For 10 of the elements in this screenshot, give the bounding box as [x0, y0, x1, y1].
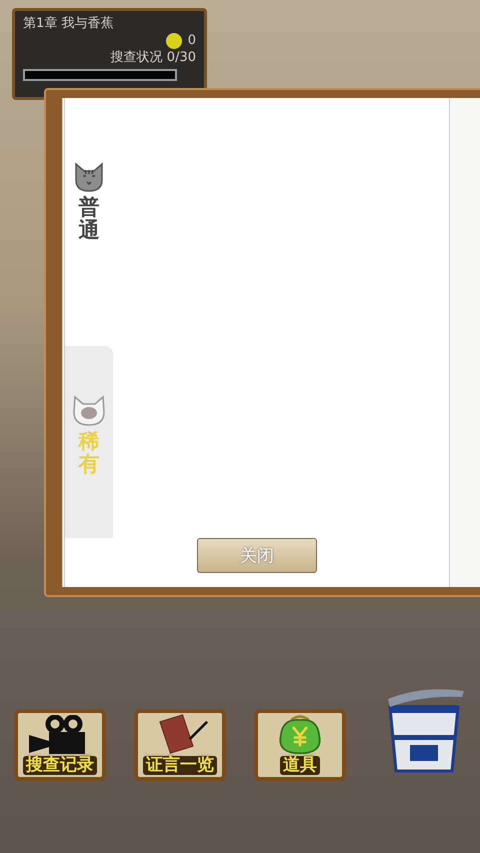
search-progress-label: 搜查状况 0/30	[110, 49, 196, 66]
coin-icon	[166, 32, 182, 48]
category-tab[interactable]: 普通	[65, 154, 113, 246]
menu-button[interactable]: 道具	[254, 709, 346, 781]
menu-button[interactable]: 搜查记录	[14, 709, 106, 781]
menu-button[interactable]: 证言一览	[134, 709, 226, 781]
chapter-title: 第1章 我与香蕉	[23, 15, 114, 32]
cat-face-icon	[71, 394, 107, 426]
cat-face-icon	[73, 162, 105, 192]
coin-count: 0	[188, 32, 196, 49]
